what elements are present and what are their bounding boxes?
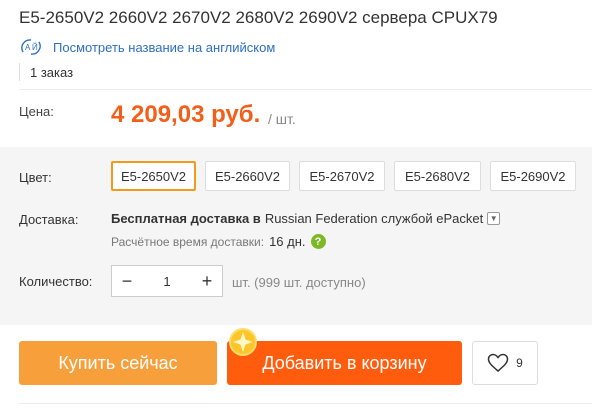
color-option-e5-2660v2[interactable]: E5-2660V2 <box>205 161 290 191</box>
wishlist-button[interactable]: 9 <box>472 341 538 385</box>
color-options: E5-2650V2 E5-2660V2 E5-2670V2 E5-2680V2 … <box>111 161 585 191</box>
price-label: Цена: <box>19 104 54 119</box>
help-icon[interactable]: ? <box>310 234 326 249</box>
eta-label: Расчётное время доставки: <box>111 234 265 249</box>
translate-link[interactable]: A Й Посмотреть название на английском <box>19 38 275 56</box>
quantity-stepper: − 1 + <box>111 265 223 297</box>
quantity-increase-button[interactable]: + <box>192 266 222 296</box>
color-label: Цвет: <box>19 170 52 185</box>
quantity-label: Количество: <box>19 274 93 289</box>
add-to-cart-button[interactable]: Добавить в корзину <box>227 341 462 385</box>
heart-icon <box>487 353 509 372</box>
color-option-e5-2670v2[interactable]: E5-2670V2 <box>299 161 385 191</box>
color-option-e5-2650v2[interactable]: E5-2650V2 <box>111 161 196 191</box>
coin-star-icon <box>229 328 257 356</box>
free-shipping-text: Бесплатная доставка в <box>111 211 261 226</box>
price-unit: / шт. <box>268 111 296 127</box>
divider-bottom <box>19 403 592 404</box>
quantity-available: шт. (999 шт. доступно) <box>232 275 366 290</box>
quantity-input[interactable]: 1 <box>142 274 192 289</box>
quantity-decrease-button[interactable]: − <box>112 266 142 296</box>
delivery-method[interactable]: Бесплатная доставка в Russian Federation… <box>111 211 501 226</box>
translate-link-label[interactable]: Посмотреть название на английском <box>53 40 275 55</box>
delivery-destination: Russian Federation службой ePacket <box>264 211 484 226</box>
divider <box>19 89 592 90</box>
buy-now-button[interactable]: Купить сейчас <box>19 341 217 385</box>
translate-icon: A Й <box>21 39 41 55</box>
svg-text:A: A <box>25 43 31 52</box>
orders-count: 1 заказ <box>19 63 73 81</box>
product-title: E5-2650V2 2660V2 2670V2 2680V2 2690V2 се… <box>19 8 498 27</box>
wishlist-count: 9 <box>516 356 523 370</box>
svg-text:Й: Й <box>32 43 38 52</box>
chevron-down-icon[interactable]: ▼ <box>487 212 501 225</box>
eta-value: 16 дн. <box>269 234 306 249</box>
color-option-e5-2680v2[interactable]: E5-2680V2 <box>394 161 481 191</box>
delivery-label: Доставка: <box>19 212 79 227</box>
color-option-e5-2690v2[interactable]: E5-2690V2 <box>490 161 576 191</box>
price-value: 4 209,03 руб. <box>111 101 261 128</box>
delivery-eta: Расчётное время доставки: 16 дн. ? <box>111 234 326 249</box>
